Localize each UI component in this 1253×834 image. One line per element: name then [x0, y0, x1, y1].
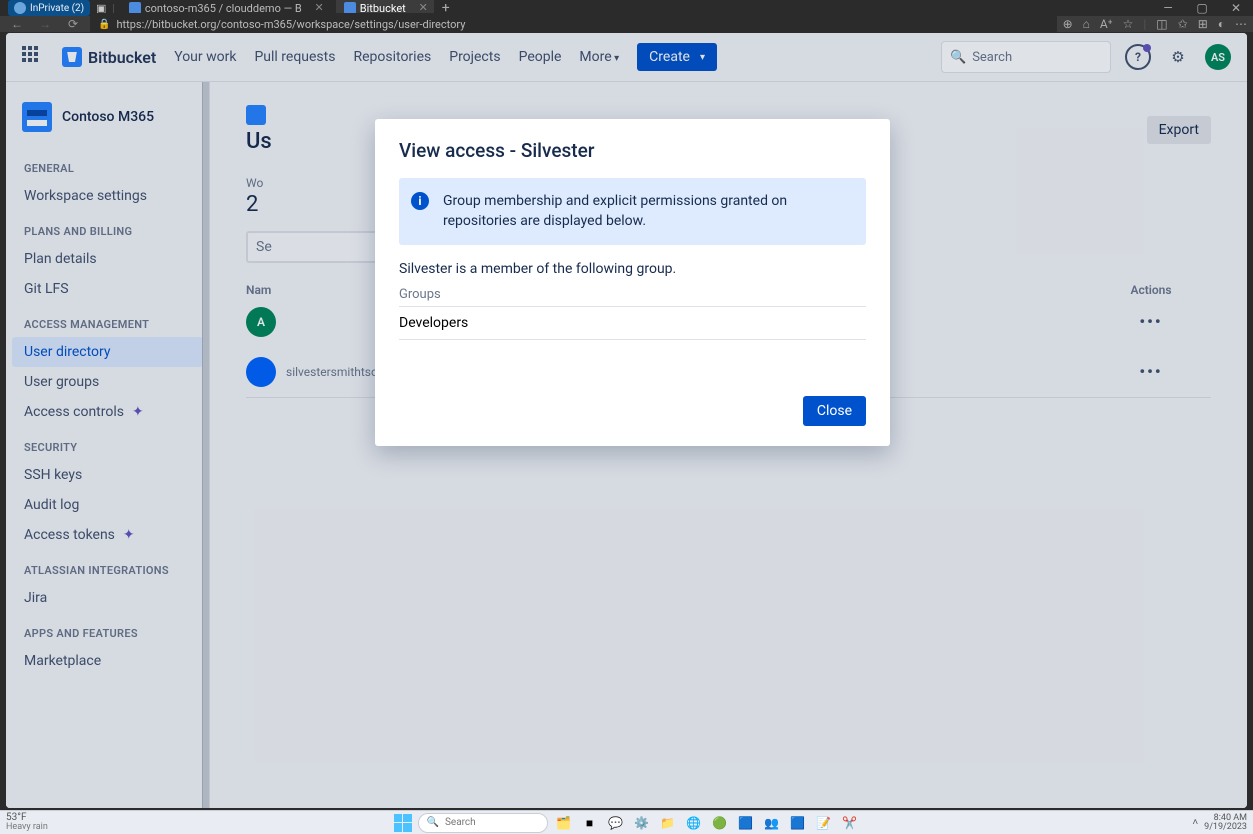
taskbar-icon[interactable]: 🟢 [710, 813, 730, 833]
browser-address-row: ← → ⟳ 🔒 https://bitbucket.org/contoso-m3… [0, 16, 1253, 32]
close-button[interactable]: Close [803, 396, 866, 426]
close-window-button[interactable]: ✕ [1219, 1, 1253, 15]
taskbar-icon[interactable]: 🟦 [788, 813, 808, 833]
close-icon[interactable]: ✕ [315, 1, 324, 14]
close-icon[interactable]: ✕ [419, 1, 428, 14]
taskbar-icon[interactable]: ■ [580, 813, 600, 833]
address-bar[interactable]: 🔒 https://bitbucket.org/contoso-m365/wor… [90, 13, 1057, 35]
view-access-modal: View access - Silvester i Group membersh… [375, 119, 890, 446]
inprivate-icon[interactable]: ◐ [1218, 17, 1225, 31]
info-icon: i [411, 192, 429, 210]
windows-taskbar: 53°F Heavy rain 🔍Search 🗂️ ■ 💬 ⚙️ 📁 🌐 🟢 … [0, 810, 1253, 834]
window-controls: — ▢ ✕ [1151, 1, 1253, 15]
favorites-bar-icon[interactable]: ✩ [1178, 17, 1188, 31]
taskbar-clock[interactable]: 8:40 AM 9/19/2023 [1204, 814, 1247, 832]
taskbar-icon[interactable]: 💬 [606, 813, 626, 833]
modal-title: View access - Silvester [399, 139, 866, 162]
info-text: Group membership and explicit permission… [443, 193, 787, 229]
taskbar-icon[interactable]: 📁 [658, 813, 678, 833]
start-button[interactable] [394, 814, 412, 832]
group-row: Developers [399, 307, 866, 340]
back-button[interactable]: ← [6, 17, 28, 31]
more-icon[interactable]: ⋯ [1235, 17, 1247, 31]
info-panel: i Group membership and explicit permissi… [399, 178, 866, 245]
lock-icon: 🔒 [98, 19, 110, 30]
favorite-icon[interactable]: ☆ [1123, 17, 1134, 31]
tray-chevron-icon[interactable]: ˄ [1192, 817, 1198, 828]
collections-icon[interactable]: ⊞ [1198, 17, 1208, 31]
member-text: Silvester is a member of the following g… [399, 261, 866, 277]
maximize-button[interactable]: ▢ [1185, 1, 1219, 15]
groups-header: Groups [399, 287, 866, 307]
taskbar-icon[interactable]: 📝 [814, 813, 834, 833]
taskbar-icon[interactable]: 🟦 [736, 813, 756, 833]
shopping-icon[interactable]: ⌂ [1083, 17, 1090, 31]
taskbar-icon[interactable]: 👥 [762, 813, 782, 833]
taskbar-search[interactable]: 🔍Search [418, 813, 548, 833]
refresh-button[interactable]: ⟳ [62, 17, 84, 31]
minimize-button[interactable]: — [1151, 1, 1185, 15]
search-icon: 🔍 [427, 817, 439, 828]
taskbar-icon[interactable]: 🌐 [684, 813, 704, 833]
zoom-icon[interactable]: ⊕ [1063, 17, 1073, 31]
weather-widget[interactable]: 53°F Heavy rain [0, 813, 54, 832]
url-text: https://bitbucket.org/contoso-m365/works… [116, 18, 465, 31]
taskbar-icon[interactable]: ✂️ [840, 813, 860, 833]
app-viewport: Bitbucket Your work Pull requests Reposi… [6, 33, 1247, 808]
split-icon[interactable]: ◫ [1156, 17, 1167, 31]
inprivate-badge: InPrivate (2) [8, 0, 90, 16]
taskbar-icon[interactable]: 🗂️ [554, 813, 574, 833]
taskbar-icon[interactable]: ⚙️ [632, 813, 652, 833]
read-aloud-icon[interactable]: A⁺ [1100, 17, 1113, 31]
forward-button[interactable]: → [34, 17, 56, 31]
